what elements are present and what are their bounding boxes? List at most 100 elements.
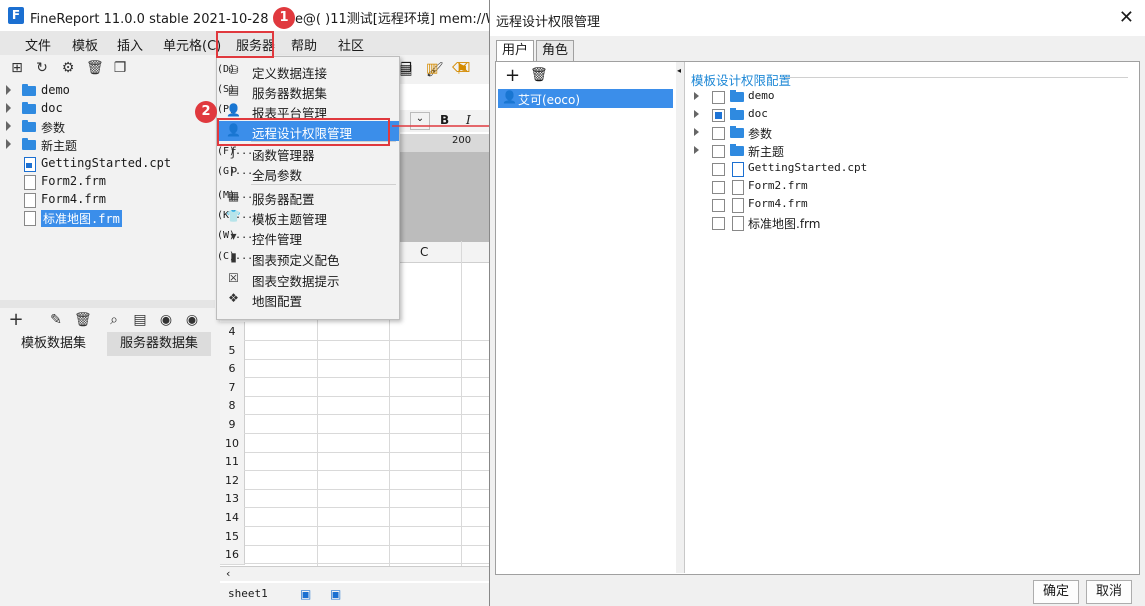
new-folder-icon[interactable]: ⊞ <box>9 60 25 76</box>
user-list-item[interactable]: 👤 艾可(eoco) <box>498 89 673 108</box>
menu-community[interactable]: 社区 <box>338 35 364 54</box>
menu-file[interactable]: 文件 <box>25 35 51 54</box>
row-header[interactable]: 6 <box>220 359 245 380</box>
menu-item-server-dataset[interactable]: ▤ 服务器数据集 (S) <box>217 81 399 101</box>
expand-arrow-icon[interactable] <box>6 139 11 149</box>
panel-splitter[interactable] <box>0 300 215 308</box>
tab-template-dataset[interactable]: 模板数据集 <box>0 332 107 356</box>
collapse-arrow-icon[interactable]: ◂ <box>677 66 681 75</box>
sheet-tab[interactable]: sheet1 <box>228 587 268 600</box>
permission-checkbox[interactable] <box>712 109 725 122</box>
menu-help[interactable]: 帮助 <box>291 35 317 54</box>
delete-user-icon[interactable]: 🗑 <box>530 67 548 83</box>
perm-tree-item[interactable]: Form2.frm <box>685 178 1125 196</box>
menu-item-chart-empty[interactable]: ☒ 图表空数据提示 <box>217 269 399 289</box>
copy-icon[interactable]: ❐ <box>112 60 128 76</box>
row-header[interactable]: 12 <box>220 470 245 491</box>
menu-cell[interactable]: 单元格(C) <box>163 35 221 54</box>
perm-tree-label: 参数 <box>748 127 773 141</box>
menu-item-function-manager[interactable]: ƒ 函数管理器 (F)... <box>217 143 399 163</box>
menu-insert[interactable]: 插入 <box>117 35 143 54</box>
copy-icon[interactable]: ❐ <box>400 61 412 76</box>
edit-icon[interactable]: ✎ <box>48 312 64 328</box>
permission-checkbox[interactable] <box>712 91 725 104</box>
row-header[interactable]: 4 <box>220 322 245 342</box>
menu-item-chart-color[interactable]: ▮ 图表预定义配色 (C)... <box>217 248 399 268</box>
panel-divider[interactable]: ◂ <box>676 62 685 573</box>
menu-item-database-connection[interactable]: ⛁ 定义数据连接 (D) <box>217 61 399 81</box>
tree-item-gettingstarted[interactable]: GettingStarted.cpt <box>0 155 215 173</box>
perm-tree-item[interactable]: Form4.frm <box>685 196 1125 214</box>
tab-server-dataset[interactable]: 服务器数据集 <box>107 332 211 356</box>
preview-icon[interactable]: ⌕ <box>106 312 122 328</box>
scroll-left-icon[interactable]: ‹ <box>226 567 230 580</box>
tree-item-doc[interactable]: doc <box>0 100 215 118</box>
permission-checkbox[interactable] <box>712 217 725 230</box>
delete-icon[interactable]: 🗑 <box>74 312 92 328</box>
menu-item-theme-manager[interactable]: 👕 模板主题管理 (K)... <box>217 207 399 227</box>
tree-item-params[interactable]: 参数 <box>0 118 215 136</box>
delete-icon[interactable]: 🗑 <box>86 60 104 76</box>
expand-arrow-icon[interactable] <box>6 103 11 113</box>
tab-roles[interactable]: 角色 <box>536 40 574 62</box>
tree-item-demo[interactable]: demo <box>0 82 215 100</box>
perm-tree-item[interactable]: doc <box>685 106 1125 124</box>
row-header[interactable]: 16 <box>220 545 245 566</box>
cancel-button[interactable]: 取消 <box>1086 580 1132 604</box>
menu-item-widget-manager[interactable]: ▾ 控件管理 (W)... <box>217 227 399 247</box>
close-icon[interactable]: ✕ <box>1119 8 1134 28</box>
template-toolbar: ⊞ ↻ ⚙ 🗑 ❐ <box>0 56 215 80</box>
database-icon[interactable]: ◉ <box>158 312 174 328</box>
row-header[interactable]: 15 <box>220 526 245 547</box>
permission-checkbox[interactable] <box>712 181 725 194</box>
paste-icon[interactable]: ▥ <box>426 61 438 76</box>
cpt-file-icon <box>24 157 36 172</box>
add-user-icon[interactable]: + <box>505 65 520 86</box>
tab-users[interactable]: 用户 <box>496 40 534 63</box>
expand-arrow-icon[interactable] <box>694 128 699 136</box>
expand-arrow-icon[interactable] <box>694 146 699 154</box>
tree-item-form4[interactable]: Form4.frm <box>0 191 215 209</box>
menu-item-server-config[interactable]: ▦ 服务器配置 (M)... <box>217 187 399 207</box>
database-config-icon[interactable]: ◉ <box>184 312 200 328</box>
row-header[interactable]: 10 <box>220 433 245 454</box>
row-header[interactable]: 11 <box>220 452 245 473</box>
menu-item-global-parameter[interactable]: P 全局参数 (G)... <box>217 163 399 183</box>
dataset-icon[interactable]: ▤ <box>132 312 148 328</box>
expand-arrow-icon[interactable] <box>694 92 699 100</box>
user-name: 艾可(eoco) <box>518 93 581 107</box>
expand-arrow-icon[interactable] <box>6 121 11 131</box>
row-header[interactable]: 9 <box>220 415 245 435</box>
perm-tree-item[interactable]: demo <box>685 88 1125 106</box>
row-header[interactable]: 5 <box>220 340 245 361</box>
ok-button[interactable]: 确定 <box>1033 580 1079 604</box>
row-header[interactable]: 7 <box>220 377 245 398</box>
expand-arrow-icon[interactable] <box>6 85 11 95</box>
row-header[interactable]: 13 <box>220 489 245 510</box>
permission-checkbox[interactable] <box>712 199 725 212</box>
menu-template[interactable]: 模板 <box>72 35 98 54</box>
permission-checkbox[interactable] <box>712 145 725 158</box>
format-brush-icon[interactable]: ⌫ <box>452 61 470 76</box>
add-icon[interactable]: + <box>8 311 24 329</box>
perm-tree-item[interactable]: 标准地图.frm <box>685 214 1125 232</box>
row-header[interactable]: 14 <box>220 508 245 528</box>
expand-arrow-icon[interactable] <box>694 110 699 118</box>
add-report-sheet-icon[interactable]: ▣ <box>300 587 311 601</box>
row-header[interactable]: 8 <box>220 396 245 417</box>
horizontal-scrollbar[interactable]: ‹ <box>220 566 490 581</box>
add-dashboard-sheet-icon[interactable]: ▣ <box>330 587 341 601</box>
perm-tree-item[interactable]: 参数 <box>685 124 1125 142</box>
permission-checkbox[interactable] <box>712 127 725 140</box>
frm-file-icon <box>732 198 744 213</box>
perm-tree-item[interactable]: 新主题 <box>685 142 1125 160</box>
tree-item-standard-map[interactable]: 标准地图.frm <box>0 209 215 227</box>
permission-checkbox[interactable] <box>712 163 725 176</box>
column-c-header[interactable]: C <box>420 245 428 259</box>
tree-item-form2[interactable]: Form2.frm <box>0 173 215 191</box>
menu-item-map-config[interactable]: ❖ 地图配置 <box>217 289 399 309</box>
tree-item-new-theme[interactable]: 新主题 <box>0 136 215 154</box>
perm-tree-item[interactable]: GettingStarted.cpt <box>685 160 1125 178</box>
refresh-icon[interactable]: ↻ <box>34 60 50 76</box>
settings-icon[interactable]: ⚙ <box>60 60 76 76</box>
